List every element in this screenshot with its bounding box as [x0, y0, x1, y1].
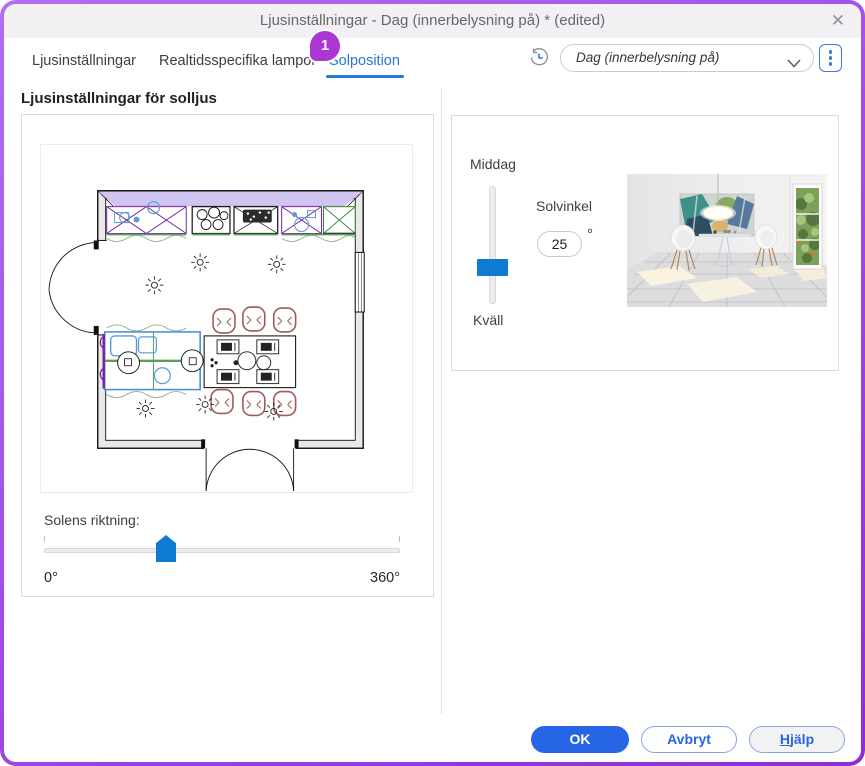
chevron-down-icon	[787, 55, 801, 73]
ok-button[interactable]: OK	[531, 726, 629, 753]
panel-divider	[441, 89, 442, 714]
sunlight-section-heading: Ljusinställningar för solljus	[21, 90, 217, 107]
render-preview-image	[627, 174, 827, 307]
sun-angle-input[interactable]: 25	[537, 231, 582, 257]
annotation-badge-1: 1	[310, 31, 340, 61]
light-settings-dialog: Ljusinställningar - Dag (innerbelysning …	[4, 4, 861, 762]
active-tab-underline	[326, 75, 404, 78]
dialog-frame: Ljusinställningar - Dag (innerbelysning …	[0, 0, 865, 766]
tab-realtidsspecifika-lampor[interactable]: Realtidsspecifika lampor	[159, 53, 316, 69]
kebab-dot	[828, 50, 833, 54]
sun-direction-min-label: 0°	[44, 570, 58, 586]
sun-direction-max-label: 360°	[370, 570, 400, 586]
preset-dropdown-value: Dag (innerbelysning på)	[576, 50, 720, 65]
tab-solposition[interactable]: Solposition	[329, 53, 400, 69]
sun-direction-slider-track[interactable]	[44, 548, 400, 553]
help-mnemonic: H	[779, 731, 790, 747]
degree-symbol: °	[587, 226, 593, 243]
titlebar: Ljusinställningar - Dag (innerbelysning …	[4, 4, 861, 38]
dialog-title: Ljusinställningar - Dag (innerbelysning …	[259, 12, 606, 29]
slider-bottom-label: Kväll	[473, 312, 504, 328]
floor-plan-view	[40, 144, 413, 493]
close-icon[interactable]: ✕	[831, 11, 845, 31]
cancel-button[interactable]: Avbryt	[641, 726, 737, 753]
preset-dropdown[interactable]: Dag (innerbelysning på)	[560, 44, 814, 72]
sun-direction-label: Solens riktning:	[44, 512, 140, 528]
preset-menu-button[interactable]	[819, 44, 842, 72]
sun-angle-slider-thumb[interactable]	[477, 259, 508, 276]
sun-angle-slider-track[interactable]	[489, 186, 496, 304]
tab-ljusinstallningar[interactable]: Ljusinställningar	[32, 53, 136, 69]
slider-tick-start	[44, 536, 45, 542]
help-button[interactable]: Hjälp	[749, 726, 845, 753]
help-label-rest: jälp	[790, 731, 815, 747]
floor-plan-drawing	[48, 190, 365, 492]
sun-angle-label: Solvinkel	[536, 198, 593, 214]
slider-top-label: Middag	[470, 156, 516, 172]
history-restore-icon[interactable]	[528, 46, 550, 68]
slider-tick-end	[399, 536, 400, 542]
kebab-dot	[828, 56, 833, 60]
kebab-dot	[828, 62, 833, 66]
